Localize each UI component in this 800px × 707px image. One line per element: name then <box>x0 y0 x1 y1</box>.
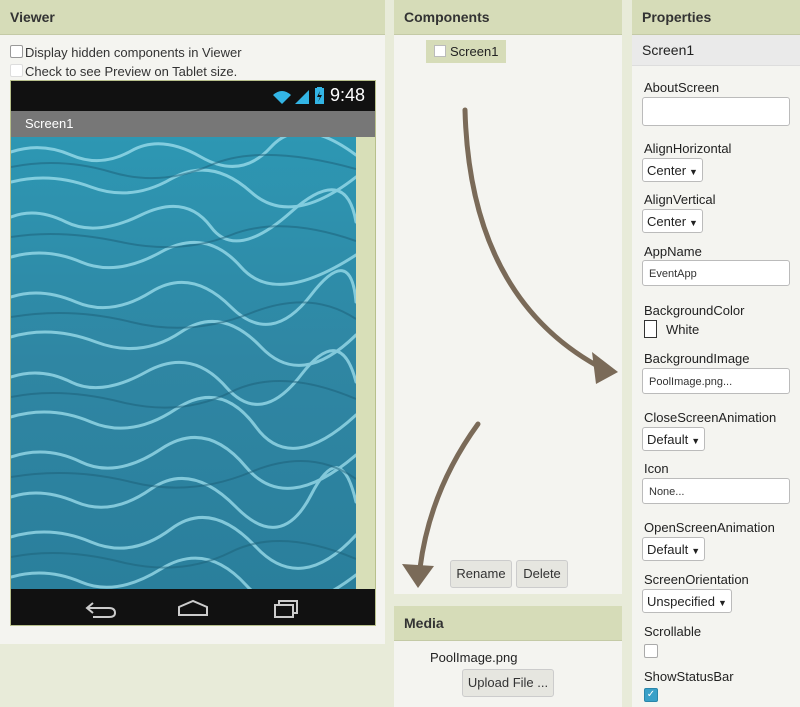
show-status-bar-checkbox[interactable]: ✓ <box>644 688 658 702</box>
status-icons <box>273 87 324 104</box>
about-screen-input[interactable] <box>642 97 790 126</box>
icon-label: Icon <box>644 461 669 476</box>
screen-orientation-value: Unspecified <box>647 594 715 609</box>
recent-apps-icon <box>274 600 298 618</box>
align-horizontal-value: Center <box>647 163 687 178</box>
background-image <box>11 137 356 589</box>
align-vertical-label: AlignVertical <box>644 192 716 207</box>
component-tree-screen1[interactable]: Screen1 <box>426 40 507 63</box>
tablet-preview-label: Check to see Preview on Tablet size. <box>25 64 238 79</box>
app-name-input[interactable]: EventApp <box>642 260 790 286</box>
open-animation-value: Default <box>647 542 689 557</box>
align-vertical-value: Center <box>647 214 687 229</box>
rename-button[interactable]: Rename <box>450 560 512 588</box>
close-animation-select[interactable]: Default ▼ <box>642 427 706 451</box>
display-hidden-components-row[interactable]: Display hidden components in Viewer <box>10 45 242 60</box>
phone-status-bar: 9:48 <box>11 81 375 111</box>
nav-icons <box>85 599 298 618</box>
show-status-bar-label: ShowStatusBar <box>644 669 734 684</box>
align-horizontal-label: AlignHorizontal <box>644 141 732 156</box>
components-header: Components <box>394 0 622 35</box>
properties-panel: Properties Screen1 AboutScreen AlignHori… <box>632 0 800 707</box>
scrollable-checkbox[interactable] <box>644 644 658 658</box>
screen-orientation-label: ScreenOrientation <box>644 572 749 587</box>
background-color-swatch[interactable] <box>644 320 657 338</box>
tablet-preview-checkbox[interactable] <box>10 64 23 77</box>
open-animation-label: OpenScreenAnimation <box>644 520 775 535</box>
open-animation-select[interactable]: Default ▼ <box>642 537 706 561</box>
media-header: Media <box>394 606 622 641</box>
background-image-label: BackgroundImage <box>644 351 750 366</box>
display-hidden-checkbox[interactable] <box>10 45 23 58</box>
battery-icon <box>315 87 324 104</box>
media-panel: Media PoolImage.png Upload File ... <box>394 606 622 707</box>
background-image-input[interactable]: PoolImage.png... <box>642 368 790 394</box>
about-screen-label: AboutScreen <box>644 80 720 95</box>
phone-title-bar: Screen1 <box>11 111 375 137</box>
caret-down-icon: ▼ <box>689 218 698 228</box>
viewer-header: Viewer <box>0 0 385 35</box>
caret-down-icon: ▼ <box>691 546 701 556</box>
caret-down-icon: ▼ <box>689 167 698 177</box>
background-color-label: BackgroundColor <box>644 303 745 318</box>
phone-nav-bar <box>11 589 375 625</box>
display-hidden-label: Display hidden components in Viewer <box>25 45 242 60</box>
component-tree-label: Screen1 <box>450 44 499 59</box>
home-icon <box>178 599 208 616</box>
properties-component-name: Screen1 <box>632 35 800 66</box>
close-animation-label: CloseScreenAnimation <box>644 410 777 425</box>
screen-orientation-select[interactable]: Unspecified ▼ <box>642 589 732 613</box>
align-vertical-select[interactable]: Center ▼ <box>642 209 703 233</box>
tablet-preview-row[interactable]: Check to see Preview on Tablet size. <box>10 64 237 79</box>
viewer-panel: Viewer Display hidden components in View… <box>0 0 385 644</box>
upload-file-button[interactable]: Upload File ... <box>462 669 554 697</box>
caret-down-icon: ▼ <box>691 436 701 446</box>
icon-input[interactable]: None... <box>642 478 790 504</box>
background-color-value[interactable]: White <box>666 322 699 337</box>
scrollable-label: Scrollable <box>644 624 702 639</box>
components-panel: Components Screen1 Rename Delete <box>394 0 622 594</box>
wifi-icon <box>273 91 291 104</box>
close-animation-value: Default <box>647 432 689 447</box>
phone-clock: 9:48 <box>329 85 365 105</box>
checkmark-icon: ✓ <box>646 689 656 700</box>
media-file-item[interactable]: PoolImage.png <box>430 650 517 665</box>
signal-icon <box>295 90 309 104</box>
delete-button[interactable]: Delete <box>516 560 568 588</box>
tree-toggle-icon[interactable] <box>434 45 446 57</box>
align-horizontal-select[interactable]: Center ▼ <box>642 158 703 182</box>
phone-preview: 9:48 Screen1 <box>10 80 376 626</box>
properties-header: Properties <box>632 0 800 35</box>
caret-down-icon: ▼ <box>717 598 727 608</box>
app-name-label: AppName <box>644 244 702 259</box>
back-icon <box>85 602 117 618</box>
